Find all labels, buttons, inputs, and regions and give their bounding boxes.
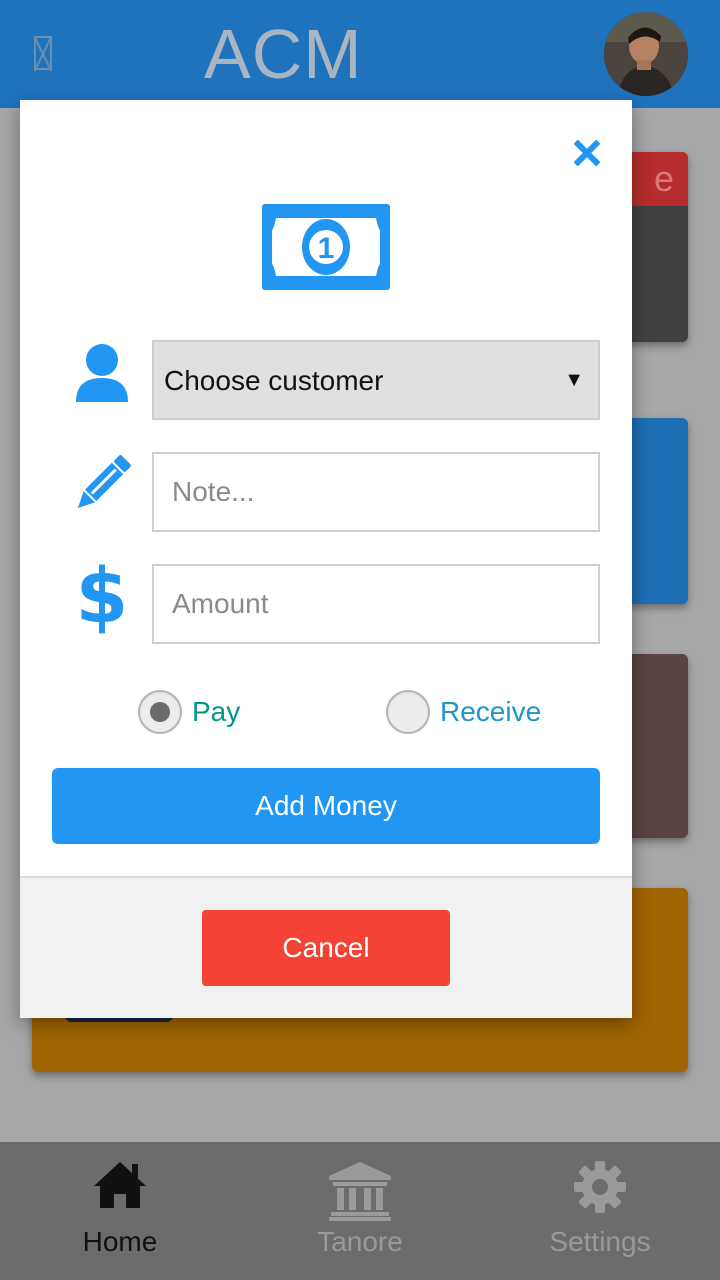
bottom-navigation: Home Tanore Settings: [0, 1142, 720, 1280]
amount-field[interactable]: [152, 564, 600, 644]
receive-radio[interactable]: [386, 690, 430, 734]
receive-radio-label[interactable]: Receive: [440, 694, 541, 730]
customer-select-value: Choose customer: [164, 365, 384, 396]
chevron-down-icon: ▼: [564, 369, 584, 391]
nav-item-settings[interactable]: Settings: [480, 1142, 720, 1280]
dollar-icon: $: [75, 551, 129, 640]
nav-label-home: Home: [82, 1226, 158, 1257]
cancel-button[interactable]: Cancel: [202, 910, 450, 986]
user-icon: [76, 344, 128, 402]
dialog-footer: Cancel: [20, 876, 632, 1018]
close-icon[interactable]: [572, 138, 602, 168]
app-bar: ACM: [0, 0, 720, 108]
avatar[interactable]: [604, 12, 688, 96]
bill-denomination: 1: [318, 232, 335, 265]
nav-label-tanore: Tanore: [317, 1226, 403, 1257]
pencil-icon: [77, 455, 131, 509]
user-avatar-image: [604, 12, 688, 96]
add-money-button[interactable]: Add Money: [52, 768, 600, 844]
home-icon: [94, 1162, 146, 1208]
pay-radio-label[interactable]: Pay: [192, 694, 240, 730]
customer-select[interactable]: Choose customer ▼: [152, 340, 600, 420]
nav-label-settings: Settings: [549, 1226, 651, 1257]
bank-icon: [329, 1162, 391, 1221]
money-bill-icon: 1: [262, 204, 390, 290]
pay-radio[interactable]: [138, 690, 182, 734]
card-label-fragment: e: [653, 158, 674, 199]
app-title: ACM: [204, 15, 363, 93]
broken-image-icon[interactable]: [34, 36, 52, 70]
note-field[interactable]: [152, 452, 600, 532]
nav-item-tanore[interactable]: Tanore: [240, 1142, 480, 1280]
nav-item-home[interactable]: Home: [0, 1142, 240, 1280]
gear-icon: [574, 1161, 626, 1213]
add-money-dialog: 1 Choose customer ▼ $ Pay Receive Add Mo…: [20, 100, 632, 1018]
